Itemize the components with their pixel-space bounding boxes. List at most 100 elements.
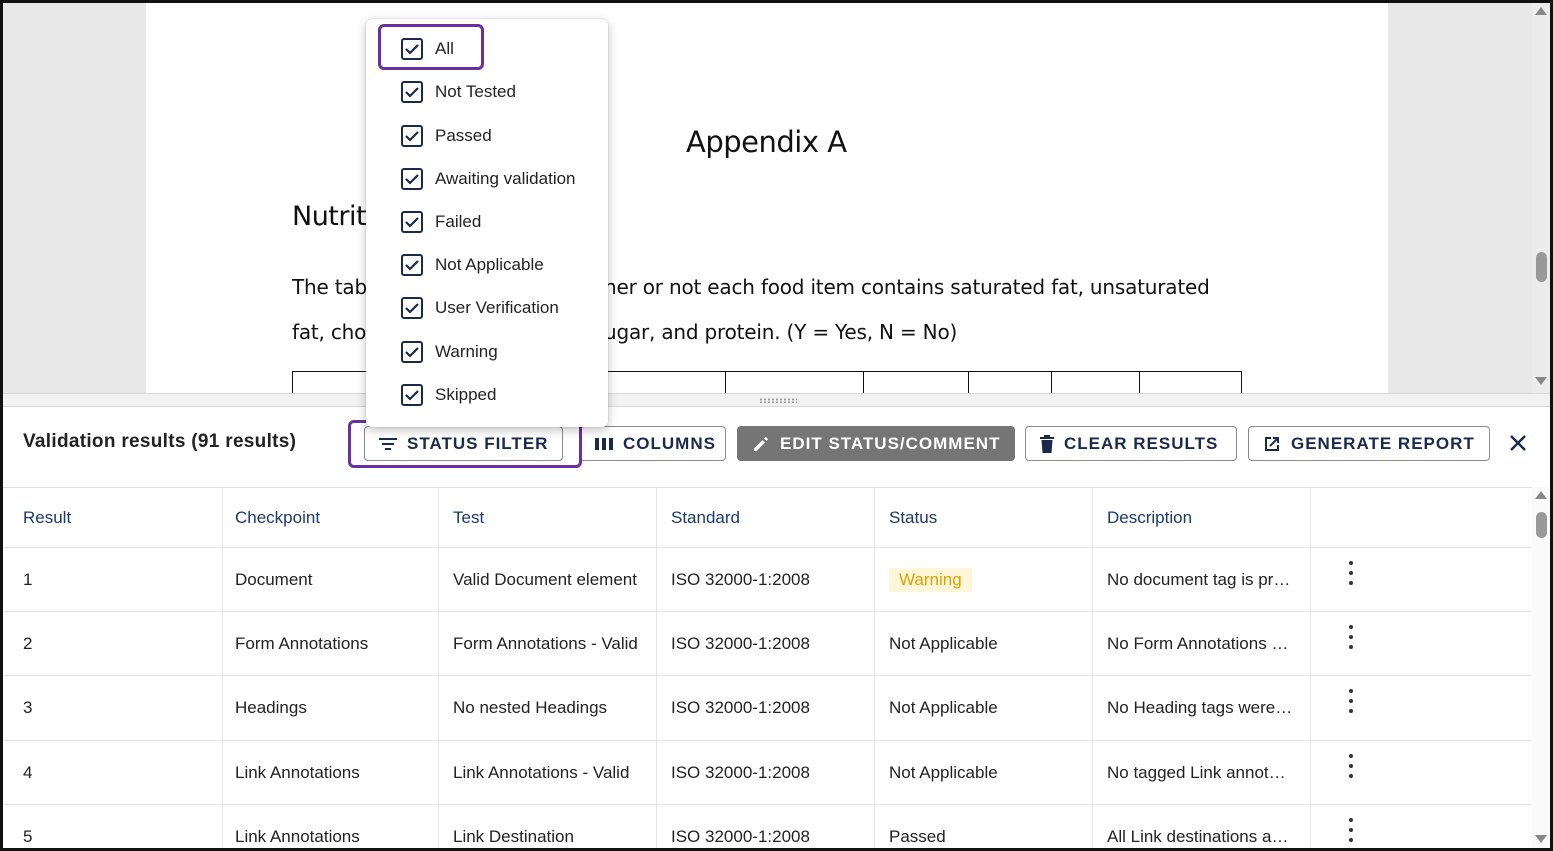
filter-option-warning[interactable]: Warning	[366, 332, 608, 372]
pencil-icon	[754, 436, 768, 451]
cell-description: No tagged Link annotations	[1093, 741, 1311, 804]
filter-option-label: User Verification	[435, 298, 559, 317]
status-filter-menu: All Not Tested Passed Awaiting validatio…	[366, 19, 608, 427]
close-icon[interactable]	[1507, 432, 1529, 454]
table-scrollbar[interactable]	[1532, 487, 1550, 848]
cell-test: Link Annotations - Valid	[439, 741, 657, 804]
panel-resize-handle[interactable]	[3, 393, 1550, 407]
page-text-line2-start: fat, cho	[292, 320, 367, 344]
checkbox-checked-icon[interactable]	[401, 211, 423, 233]
panel-title: Validation results (91 results)	[23, 431, 297, 452]
cell-result: 4	[3, 741, 223, 804]
cell-test: Form Annotations - Valid	[439, 612, 657, 675]
cell-test: Link Destination	[439, 805, 657, 848]
filter-option-skipped[interactable]: Skipped	[366, 375, 608, 415]
cell-standard: ISO 32000-1:2008	[657, 612, 875, 675]
scroll-up-arrow-icon[interactable]	[1535, 491, 1547, 499]
table-header-row: Result Checkpoint Test Standard Status D…	[3, 488, 1532, 548]
cell-standard: ISO 32000-1:2008	[657, 676, 875, 740]
columns-label: COLUMNS	[623, 433, 716, 453]
filter-option-label: Not Tested	[435, 82, 516, 101]
filter-option-label: Failed	[435, 212, 482, 231]
filter-option-failed[interactable]: Failed	[366, 202, 608, 242]
scroll-down-arrow-icon[interactable]	[1535, 835, 1547, 843]
filter-option-label: Warning	[435, 342, 498, 361]
filter-option-not-applicable[interactable]: Not Applicable	[366, 245, 608, 285]
more-options-icon[interactable]	[1341, 624, 1361, 649]
page-heading: Nutrit	[292, 201, 367, 232]
checkbox-checked-icon[interactable]	[401, 297, 423, 319]
viewer-scroll-thumb[interactable]	[1536, 252, 1547, 282]
column-header-checkpoint[interactable]: Checkpoint	[221, 488, 439, 547]
clear-results-button[interactable]: CLEAR RESULTS	[1025, 426, 1237, 461]
filter-icon	[379, 437, 397, 450]
clear-results-label: CLEAR RESULTS	[1064, 433, 1219, 453]
checkbox-checked-icon[interactable]	[401, 341, 423, 363]
filter-option-all[interactable]: All	[366, 29, 608, 69]
trash-icon	[1040, 434, 1054, 453]
cell-result: 3	[3, 676, 223, 740]
column-header-description[interactable]: Description	[1093, 488, 1311, 547]
table-row[interactable]: 5 Link Annotations Link Destination ISO …	[3, 805, 1532, 848]
cell-checkpoint: Document	[221, 548, 439, 611]
table-scroll-thumb[interactable]	[1536, 512, 1547, 538]
filter-option-not-tested[interactable]: Not Tested	[366, 72, 608, 112]
status-filter-button[interactable]: STATUS FILTER	[364, 426, 563, 461]
checkbox-checked-icon[interactable]	[401, 168, 423, 190]
filter-option-passed[interactable]: Passed	[366, 116, 608, 156]
more-options-icon[interactable]	[1341, 689, 1361, 713]
scroll-down-arrow-icon[interactable]	[1535, 377, 1547, 385]
page-title: Appendix A	[686, 125, 847, 159]
table-row[interactable]: 3 Headings No nested Headings ISO 32000-…	[3, 676, 1532, 741]
cell-actions	[1311, 676, 1532, 740]
cell-actions	[1311, 805, 1532, 848]
results-table: Result Checkpoint Test Standard Status D…	[3, 487, 1532, 848]
document-viewer[interactable]: Appendix A Nutrit The tab her or not eac…	[3, 3, 1550, 393]
app-window: Appendix A Nutrit The tab her or not eac…	[0, 0, 1553, 851]
cell-description: All Link destinations are valid	[1093, 805, 1311, 848]
cell-actions	[1311, 612, 1532, 675]
cell-status: Not Applicable	[875, 741, 1093, 804]
cell-actions	[1311, 741, 1532, 804]
validation-results-panel: Validation results (91 results) STATUS F…	[3, 407, 1550, 848]
column-header-standard[interactable]: Standard	[657, 488, 875, 547]
columns-button[interactable]: COLUMNS	[580, 426, 726, 461]
more-options-icon[interactable]	[1341, 560, 1361, 585]
column-header-status[interactable]: Status	[875, 488, 1093, 547]
viewer-scrollbar[interactable]	[1532, 3, 1550, 393]
column-header-test[interactable]: Test	[439, 488, 657, 547]
generate-report-button[interactable]: GENERATE REPORT	[1248, 426, 1490, 461]
filter-option-awaiting-validation[interactable]: Awaiting validation	[366, 159, 608, 199]
page-text-line2-end: ugar, and protein. (Y = Yes, N = No)	[604, 320, 958, 344]
filter-option-user-verification[interactable]: User Verification	[366, 288, 608, 328]
cell-status: Passed	[875, 805, 1093, 848]
checkbox-checked-icon[interactable]	[401, 384, 423, 406]
cell-description: No document tag is present	[1093, 548, 1311, 611]
cell-result: 1	[3, 548, 223, 611]
table-row[interactable]: 2 Form Annotations Form Annotations - Va…	[3, 612, 1532, 676]
filter-option-label: Awaiting validation	[435, 169, 576, 188]
checkbox-checked-icon[interactable]	[401, 254, 423, 276]
cell-test: No nested Headings	[439, 676, 657, 740]
cell-status: Not Applicable	[875, 612, 1093, 675]
edit-status-comment-button[interactable]: EDIT STATUS/COMMENT	[737, 426, 1015, 461]
cell-checkpoint: Form Annotations	[221, 612, 439, 675]
filter-option-label: Not Applicable	[435, 255, 544, 274]
cell-checkpoint: Link Annotations	[221, 741, 439, 804]
document-page: Appendix A Nutrit The tab her or not eac…	[146, 3, 1388, 393]
scroll-up-arrow-icon[interactable]	[1535, 7, 1547, 15]
cell-result: 5	[3, 805, 223, 848]
cell-standard: ISO 32000-1:2008	[657, 548, 875, 611]
cell-result: 2	[3, 612, 223, 675]
checkbox-checked-icon[interactable]	[401, 81, 423, 103]
table-row[interactable]: 1 Document Valid Document element ISO 32…	[3, 548, 1532, 612]
more-options-icon[interactable]	[1341, 817, 1361, 842]
column-header-result[interactable]: Result	[3, 488, 223, 547]
table-row[interactable]: 4 Link Annotations Link Annotations - Va…	[3, 741, 1532, 805]
columns-icon	[595, 437, 613, 450]
checkbox-checked-icon[interactable]	[401, 125, 423, 147]
more-options-icon[interactable]	[1341, 753, 1361, 778]
cell-standard: ISO 32000-1:2008	[657, 741, 875, 804]
filter-option-label: All	[435, 39, 454, 58]
checkbox-checked-icon[interactable]	[401, 38, 423, 60]
